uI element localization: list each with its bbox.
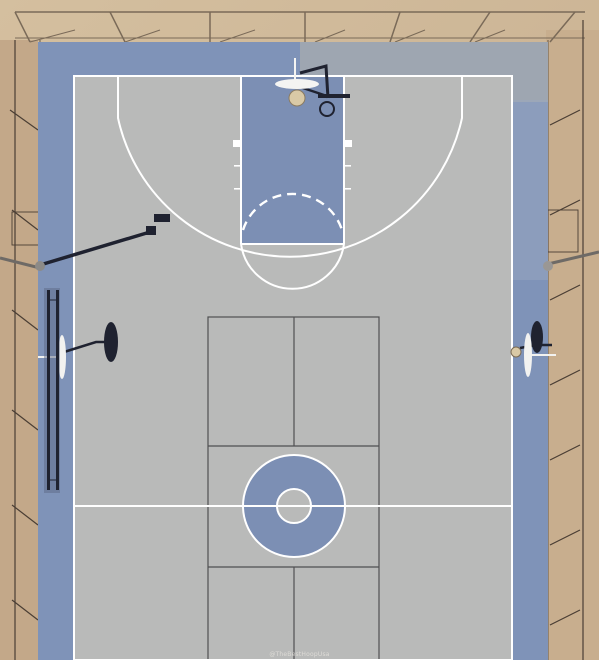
dirt-right-strip [546, 30, 599, 660]
court-aerial-photo [0, 0, 599, 660]
outer-court-fade-right [512, 100, 548, 280]
watermark-text: @TheBestHoopUsa [269, 651, 330, 658]
dirt-left-strip [0, 40, 38, 660]
left-bench [44, 288, 60, 493]
